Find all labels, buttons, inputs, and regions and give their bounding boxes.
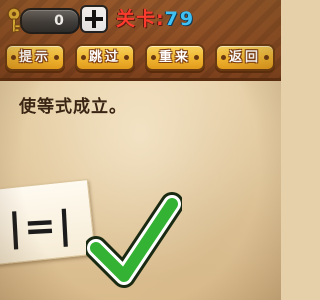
skip-button-label: 跳过 xyxy=(88,50,121,65)
equation-text[interactable]: |=| xyxy=(7,202,75,249)
game-screen: 0 关卡:79 提示 跳过 重来 返回 使等式成立。 |=| xyxy=(0,0,281,300)
add-hint-button[interactable] xyxy=(80,5,108,33)
back-button[interactable]: 返回 xyxy=(215,44,275,71)
restart-button[interactable]: 重来 xyxy=(145,44,205,71)
puzzle-instruction: 使等式成立。 xyxy=(19,97,127,117)
hint-counter-value: 0 xyxy=(54,13,64,29)
level-number: 79 xyxy=(164,8,196,30)
checkmark-icon xyxy=(86,192,182,288)
hint-counter: 0 xyxy=(20,8,80,34)
key-icon xyxy=(7,7,21,33)
hint-button[interactable]: 提示 xyxy=(5,44,65,71)
back-button-label: 返回 xyxy=(228,50,261,65)
level-label: 关卡: xyxy=(116,8,165,30)
restart-button-label: 重来 xyxy=(158,50,191,65)
menu-bar: 提示 跳过 重来 返回 xyxy=(0,44,281,74)
top-bar: 0 关卡:79 提示 跳过 重来 返回 xyxy=(0,0,281,81)
level-indicator: 关卡:79 xyxy=(116,4,195,34)
hint-button-label: 提示 xyxy=(18,50,51,65)
skip-button[interactable]: 跳过 xyxy=(75,44,135,71)
